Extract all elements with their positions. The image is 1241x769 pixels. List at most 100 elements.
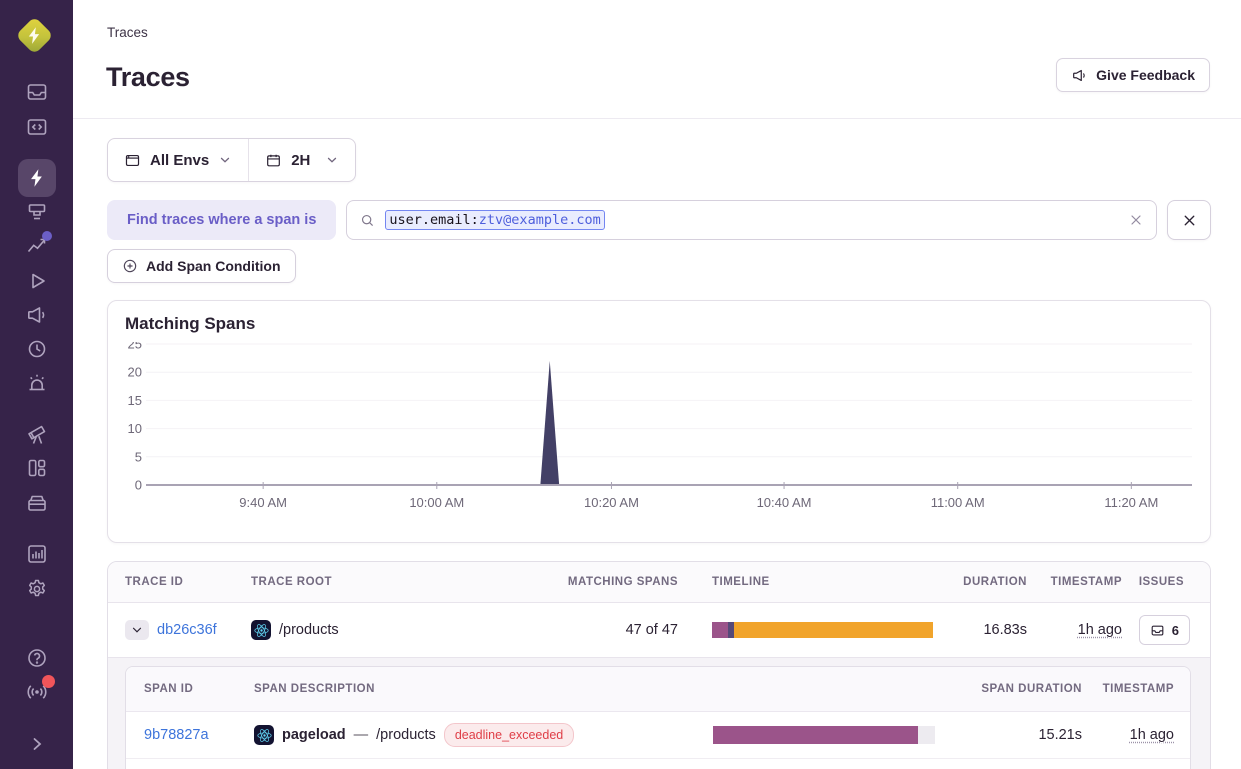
span-status-badge: deadline_exceeded: [444, 723, 574, 747]
span-table: Span ID Span Description Span Duration T…: [125, 666, 1191, 769]
sidebar-item-profiling[interactable]: [25, 200, 49, 224]
col-span-timestamp: Timestamp: [1082, 683, 1190, 695]
span-duration: 15.21s: [951, 727, 1082, 743]
sidebar-item-settings[interactable]: [25, 577, 49, 601]
close-icon: [1181, 212, 1198, 229]
environment-filter-dropdown[interactable]: All Envs: [108, 152, 248, 169]
breadcrumb[interactable]: Traces: [107, 25, 148, 40]
col-issues: Issues: [1122, 576, 1210, 588]
search-token-value: ztv@example.com: [479, 212, 601, 228]
sidebar-item-projects[interactable]: [25, 115, 49, 139]
date-range-dropdown[interactable]: 2H: [249, 152, 355, 169]
main-area: Traces Traces Give Feedback All Envs: [73, 0, 1241, 769]
span-search-label: Find traces where a span is: [107, 200, 336, 240]
span-timestamp[interactable]: 1h ago: [1130, 727, 1174, 743]
clear-search-icon[interactable]: [1128, 212, 1144, 228]
remove-condition-button[interactable]: [1167, 200, 1211, 240]
svg-text:25: 25: [128, 342, 142, 352]
chevron-down-icon: [218, 153, 232, 167]
sidebar-item-insights[interactable]: [25, 234, 49, 258]
col-span-description: Span Description: [254, 683, 713, 695]
span-row[interactable]: 9b78827a: [126, 712, 1190, 758]
code-folder-icon: [25, 115, 49, 139]
trace-root-label: /products: [279, 622, 339, 638]
sidebar-item-feedback[interactable]: [25, 303, 49, 327]
svg-text:5: 5: [135, 449, 142, 464]
add-span-condition-label: Add Span Condition: [146, 258, 281, 274]
trace-timeline-bar[interactable]: [712, 622, 933, 638]
sidebar-item-traces[interactable]: [18, 159, 56, 197]
bar-chart-icon: [25, 542, 49, 566]
col-trace-root: Trace Root: [251, 576, 538, 588]
sidebar-item-replays[interactable]: [25, 269, 49, 293]
react-logo-icon: [253, 622, 270, 639]
col-trace-id: Trace ID: [108, 576, 251, 588]
chevron-right-icon: [25, 732, 49, 756]
span-search-row: Find traces where a span is user.email:z…: [107, 200, 1211, 240]
svg-text:0: 0: [135, 478, 142, 493]
span-timeline-bar[interactable]: [713, 726, 935, 744]
span-id-link[interactable]: 9b78827a: [144, 727, 209, 743]
give-feedback-button[interactable]: Give Feedback: [1056, 58, 1210, 92]
span-search-input[interactable]: user.email:ztv@example.com: [346, 200, 1157, 240]
megaphone-icon: [25, 303, 49, 327]
help-icon: [25, 646, 49, 670]
sidebar-collapse-toggle[interactable]: [25, 732, 49, 756]
trace-table: Trace ID Trace Root Matching Spans Timel…: [107, 561, 1211, 769]
react-project-icon: [251, 620, 271, 640]
lightning-bolt-icon: [26, 167, 48, 189]
span-op: pageload: [282, 727, 346, 743]
matching-spans-panel: Matching Spans 05101520259:40 AM10:00 AM…: [107, 300, 1211, 543]
span-row[interactable]: b7a7e441 ex http.server — GET /organizat…: [126, 758, 1190, 769]
window-icon: [124, 152, 141, 169]
col-duration: Duration: [950, 576, 1027, 588]
separator: —: [354, 727, 369, 743]
matching-spans-chart[interactable]: 05101520259:40 AM10:00 AM10:20 AM10:40 A…: [125, 342, 1192, 518]
sidebar-item-alerts[interactable]: [25, 371, 49, 395]
add-span-condition-button[interactable]: Add Span Condition: [107, 249, 296, 283]
react-project-icon: [254, 725, 274, 745]
col-matching-spans: Matching Spans: [538, 576, 678, 588]
sidebar-item-issues[interactable]: [25, 80, 49, 104]
react-logo-icon: [256, 727, 273, 744]
trace-issues-button[interactable]: 6: [1139, 615, 1190, 645]
matching-spans-count: 47 of 47: [538, 622, 678, 638]
chevron-down-icon: [325, 153, 339, 167]
sidebar-item-dashboards[interactable]: [25, 456, 49, 480]
page-title: Traces: [106, 62, 190, 93]
sentry-logo[interactable]: [15, 16, 53, 54]
sidebar-item-crons[interactable]: [25, 337, 49, 361]
svg-text:10:20 AM: 10:20 AM: [584, 495, 639, 510]
svg-text:11:20 AM: 11:20 AM: [1104, 495, 1158, 510]
calendar-icon: [265, 152, 282, 169]
page-filter-bar: All Envs 2H: [107, 138, 1211, 182]
chevron-down-icon: [131, 624, 143, 636]
svg-text:9:40 AM: 9:40 AM: [239, 495, 287, 510]
svg-text:11:00 AM: 11:00 AM: [931, 495, 985, 510]
svg-text:10:40 AM: 10:40 AM: [757, 495, 812, 510]
col-timestamp: Timestamp: [1027, 576, 1122, 588]
span-description: /products: [376, 727, 436, 743]
sidebar-item-discover[interactable]: [25, 423, 49, 447]
sidebar-item-releases[interactable]: [25, 491, 49, 515]
search-token[interactable]: user.email:ztv@example.com: [385, 210, 604, 230]
clock-history-icon: [25, 337, 49, 361]
col-timeline: Timeline: [678, 576, 950, 588]
col-span-id: Span ID: [126, 683, 254, 695]
collapse-row-button[interactable]: [125, 620, 149, 640]
sidebar-item-whats-new[interactable]: [25, 680, 49, 704]
date-range-label: 2H: [291, 152, 310, 169]
page-header: Traces Traces Give Feedback: [73, 0, 1241, 119]
profiling-icon: [25, 200, 49, 224]
archive-icon: [25, 491, 49, 515]
sidebar-item-help[interactable]: [25, 646, 49, 670]
siren-icon: [25, 371, 49, 395]
plus-circle-icon: [122, 258, 138, 274]
trace-timestamp[interactable]: 1h ago: [1078, 622, 1122, 638]
trace-id-link[interactable]: db26c36f: [157, 622, 217, 638]
svg-text:20: 20: [128, 365, 142, 380]
sidebar-item-stats[interactable]: [25, 542, 49, 566]
trace-row[interactable]: db26c36f /products: [108, 603, 1210, 657]
span-table-header: Span ID Span Description Span Duration T…: [126, 667, 1190, 712]
svg-text:15: 15: [128, 393, 142, 408]
